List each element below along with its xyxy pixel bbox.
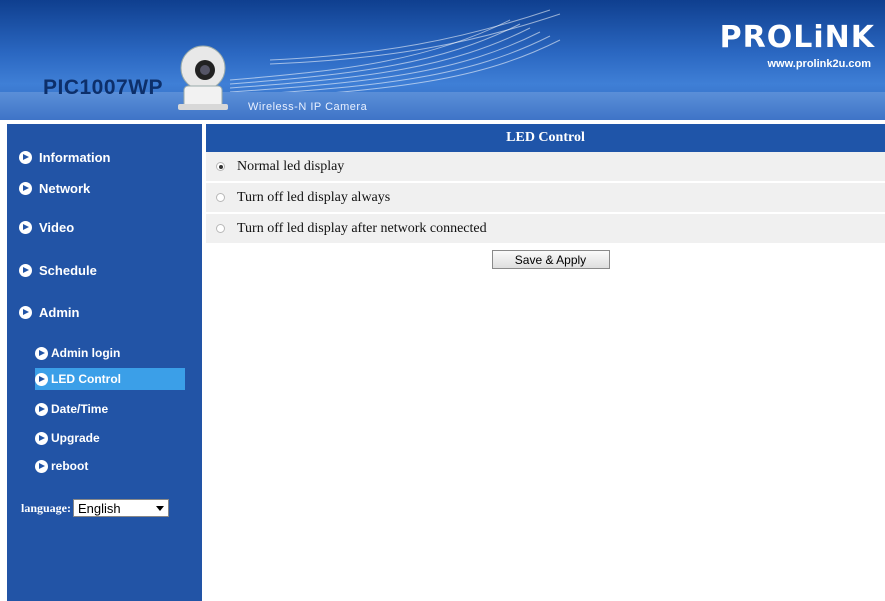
camera-icon [178,45,228,110]
sidebar-item-network[interactable]: Network [19,177,90,199]
save-apply-button[interactable]: Save & Apply [491,250,610,269]
model-name: PIC1007WP [43,76,164,99]
page-title: LED Control [206,124,885,152]
chevron-down-icon [156,505,165,511]
sidebar-subitem-led-control[interactable]: LED Control [35,368,185,390]
sidebar-item-information[interactable]: Information [19,146,111,168]
option-label: Normal led display [237,158,345,174]
sidebar-item-admin[interactable]: Admin [19,301,79,323]
option-led-off-after-network[interactable]: Turn off led display after network conne… [206,214,885,245]
option-led-off-always[interactable]: Turn off led display always [206,183,885,214]
sidebar: Information Network Video Schedule Admin… [7,124,202,601]
main-panel: LED Control Normal led display Turn off … [206,124,885,269]
sidebar-item-label: Admin [39,304,80,320]
arrow-circle-icon [19,150,32,164]
sidebar-subitem-admin-login[interactable]: Admin login [35,342,185,364]
sidebar-subitem-label: LED Control [51,372,121,386]
product-tagline: Wireless-N IP Camera [248,101,368,113]
sidebar-subitem-date-time[interactable]: Date/Time [35,398,185,420]
sidebar-subitem-upgrade[interactable]: Upgrade [35,427,185,449]
arrow-circle-icon [35,372,48,386]
arrow-circle-icon [19,181,32,195]
arrow-circle-icon [19,220,32,234]
sidebar-item-label: Video [39,219,75,235]
sidebar-subitem-label: Upgrade [51,431,100,445]
arrow-circle-icon [35,402,48,416]
language-selector: language: English [21,499,170,517]
option-normal-led[interactable]: Normal led display [206,152,885,183]
sidebar-item-schedule[interactable]: Schedule [19,259,97,281]
sidebar-item-label: Network [39,180,91,196]
brand-url[interactable]: www.prolink2u.com [768,58,872,70]
sidebar-item-label: Information [39,149,111,165]
language-select-value: English [78,500,121,516]
option-label: Turn off led display always [237,189,391,205]
arrow-circle-icon [19,263,32,277]
radio-led-off-after-network[interactable] [216,224,225,233]
header-banner: PIC1007WP Wireless-N IP Camera PROLiNK w… [0,0,885,120]
sidebar-item-label: Schedule [39,262,97,278]
language-select[interactable]: English [73,499,170,517]
sidebar-subitem-reboot[interactable]: reboot [35,455,185,477]
sidebar-subitem-label: reboot [51,459,89,473]
sidebar-item-video[interactable]: Video [19,216,74,238]
radio-normal-led[interactable] [216,162,225,171]
radio-led-off-always[interactable] [216,193,225,202]
brand-logo: PROLiNK [719,20,875,55]
option-label: Turn off led display after network conne… [237,220,487,236]
sidebar-subitem-label: Admin login [51,346,121,360]
arrow-circle-icon [35,431,48,445]
apply-row: Save & Apply [206,250,885,269]
sidebar-subitem-label: Date/Time [51,402,109,416]
arrow-circle-icon [35,346,48,360]
arrow-circle-icon [35,459,48,473]
language-label: language: [21,500,72,515]
arrow-circle-icon [19,305,32,319]
